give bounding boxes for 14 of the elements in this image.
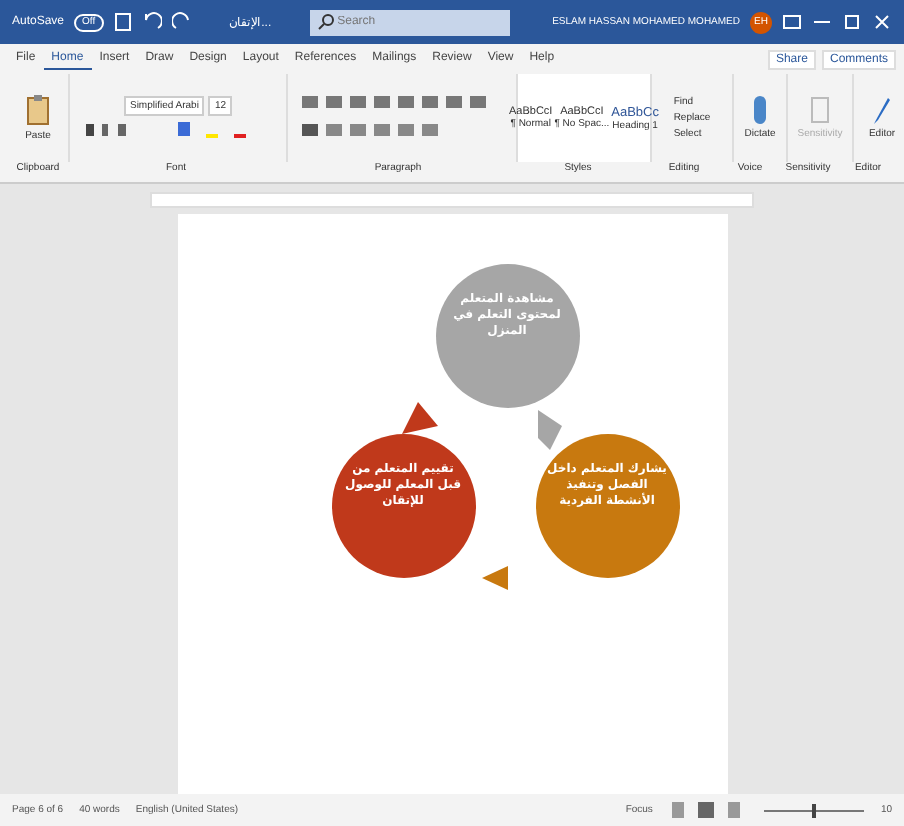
save-icon[interactable] <box>113 12 132 32</box>
ribbon-display-icon[interactable] <box>782 12 802 32</box>
maximize-icon[interactable] <box>842 12 862 32</box>
cycle-arrow <box>481 566 507 590</box>
paste-icon[interactable] <box>25 94 50 126</box>
pen-icon[interactable] <box>872 96 892 124</box>
microphone-icon[interactable] <box>752 96 768 124</box>
close-icon[interactable] <box>872 12 892 32</box>
undo-icon[interactable] <box>141 12 162 32</box>
search-icon <box>317 14 334 30</box>
cycle-arrow <box>401 402 437 434</box>
zoom-slider-thumb[interactable] <box>812 803 817 817</box>
redo-icon[interactable] <box>171 12 192 32</box>
cycle-arrow <box>537 410 561 450</box>
